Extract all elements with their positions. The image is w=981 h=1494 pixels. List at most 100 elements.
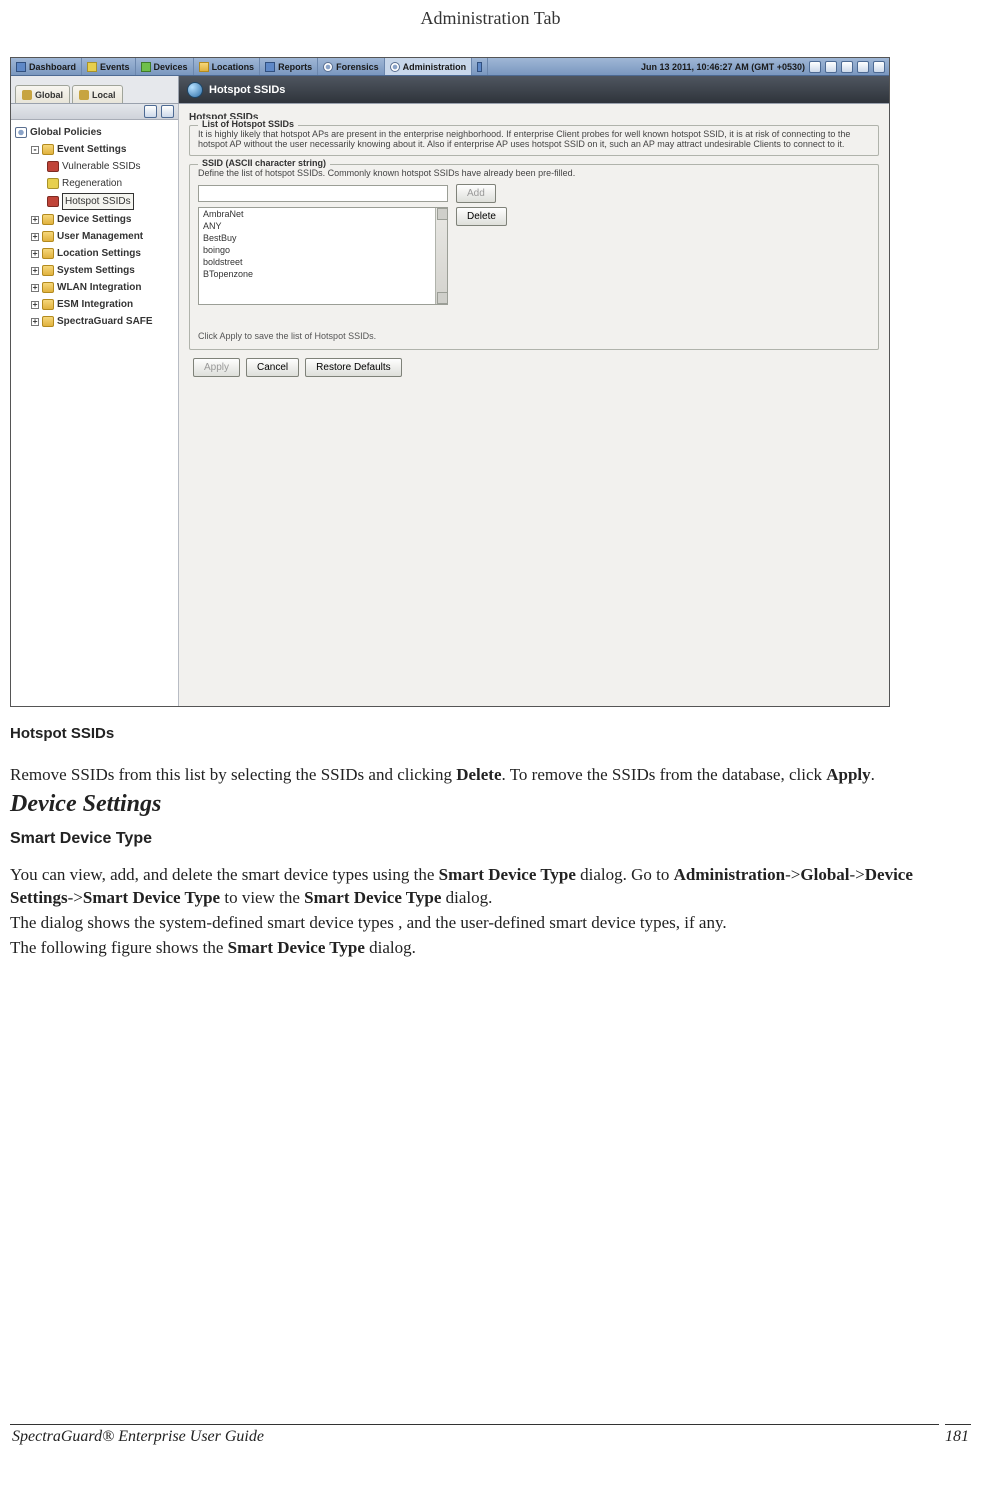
tab-dashboard[interactable]: Dashboard: [11, 58, 82, 75]
shield-icon: [47, 161, 59, 172]
window-btn-1[interactable]: [809, 61, 821, 73]
window-btn-3[interactable]: [841, 61, 853, 73]
sidebar: Global Policies - Event Settings Vulnera…: [11, 104, 179, 706]
paragraph: Remove SSIDs from this list by selecting…: [10, 764, 971, 787]
tree-node-user-management[interactable]: + User Management: [15, 228, 176, 245]
sidebar-tool-2[interactable]: [161, 105, 174, 118]
main-panel: Hotspot SSIDs List of Hotspot SSIDs It i…: [179, 104, 889, 706]
list-item[interactable]: boingo: [199, 244, 447, 256]
tree-node-spectraguard-safe[interactable]: + SpectraGuard SAFE: [15, 313, 176, 330]
expand-icon[interactable]: +: [31, 233, 39, 241]
footer-title: SpectraGuard® Enterprise User Guide: [12, 1428, 264, 1446]
tree-node-label: Event Settings: [57, 142, 126, 157]
expand-icon[interactable]: +: [31, 301, 39, 309]
panel-title-icon: [187, 82, 203, 98]
page-footer: SpectraGuard® Enterprise User Guide 181: [10, 1424, 971, 1446]
apply-button[interactable]: Apply: [193, 358, 240, 377]
tab-extra[interactable]: [472, 58, 488, 75]
tree-node-device-settings[interactable]: + Device Settings: [15, 211, 176, 228]
scope-tab-global[interactable]: Global: [15, 85, 70, 103]
tree-node-esm-integration[interactable]: + ESM Integration: [15, 296, 176, 313]
tree-node-system-settings[interactable]: + System Settings: [15, 262, 176, 279]
add-button[interactable]: Add: [456, 184, 496, 203]
ssid-input[interactable]: [198, 185, 448, 202]
window-btn-5[interactable]: [873, 61, 885, 73]
action-bar: Apply Cancel Restore Defaults: [189, 358, 879, 377]
tree-leaf-hotspot-ssids[interactable]: Hotspot SSIDs: [15, 192, 176, 211]
events-icon: [87, 62, 97, 72]
expand-icon[interactable]: +: [31, 318, 39, 326]
window-btn-4[interactable]: [857, 61, 869, 73]
tree-leaf-vulnerable-ssids[interactable]: Vulnerable SSIDs: [15, 158, 176, 175]
group-legend: List of Hotspot SSIDs: [198, 119, 298, 129]
group-description: It is highly likely that hotspot APs are…: [198, 129, 870, 149]
tab-administration[interactable]: Administration: [385, 58, 473, 75]
expand-icon[interactable]: +: [31, 267, 39, 275]
scrollbar[interactable]: [435, 208, 447, 304]
text: dialog.: [441, 888, 492, 907]
delete-button[interactable]: Delete: [456, 207, 507, 226]
sidebar-tool-1[interactable]: [144, 105, 157, 118]
globe-icon: [22, 90, 32, 100]
folder-icon: [42, 144, 54, 155]
forensics-icon: [323, 62, 333, 72]
bold-text: Administration: [674, 865, 785, 884]
tree-leaf-label: Hotspot SSIDs: [62, 193, 134, 210]
folder-icon: [42, 214, 54, 225]
expand-icon[interactable]: +: [31, 216, 39, 224]
panel-title: Hotspot SSIDs: [209, 84, 285, 96]
folder-icon: [42, 265, 54, 276]
tree-node-wlan-integration[interactable]: + WLAN Integration: [15, 279, 176, 296]
window-btn-2[interactable]: [825, 61, 837, 73]
bold-text: Smart Device Type: [83, 888, 220, 907]
bold-text: Global: [800, 865, 849, 884]
group-ssid: SSID (ASCII character string) Define the…: [189, 164, 879, 350]
tree-root-label: Global Policies: [30, 125, 102, 140]
tab-label: Administration: [403, 62, 467, 72]
tree-root[interactable]: Global Policies: [15, 124, 176, 141]
tree-node-label: Device Settings: [57, 212, 131, 227]
tree-leaf-regeneration[interactable]: Regeneration: [15, 175, 176, 192]
folder-icon: [42, 231, 54, 242]
list-item[interactable]: BTopenzone: [199, 268, 447, 280]
paragraph: You can view, add, and delete the smart …: [10, 864, 971, 910]
panel-title-bar: Hotspot SSIDs: [179, 76, 889, 103]
tree-node-label: System Settings: [57, 263, 135, 278]
list-item[interactable]: boldstreet: [199, 256, 447, 268]
cancel-button[interactable]: Cancel: [246, 358, 299, 377]
tab-locations[interactable]: Locations: [194, 58, 261, 75]
scope-tab-local[interactable]: Local: [72, 85, 123, 103]
tab-label: Locations: [212, 62, 255, 72]
collapse-icon[interactable]: -: [31, 146, 39, 154]
scope-tabs: Global Local: [11, 76, 179, 103]
folder-icon: [42, 248, 54, 259]
tree-node-location-settings[interactable]: + Location Settings: [15, 245, 176, 262]
list-item[interactable]: AmbraNet: [199, 208, 447, 220]
text: dialog.: [365, 938, 416, 957]
list-item[interactable]: ANY: [199, 220, 447, 232]
tab-forensics[interactable]: Forensics: [318, 58, 385, 75]
paragraph: The dialog shows the system-defined smar…: [10, 912, 971, 935]
list-item[interactable]: BestBuy: [199, 232, 447, 244]
subsection-heading-smart-device-type: Smart Device Type: [10, 830, 971, 848]
plus-icon: [477, 62, 482, 72]
text: ->: [785, 865, 800, 884]
tree-node-event-settings[interactable]: - Event Settings: [15, 141, 176, 158]
administration-icon: [390, 62, 400, 72]
gear-icon: [15, 127, 27, 138]
ssid-listbox[interactable]: AmbraNet ANY BestBuy boingo boldstreet B…: [198, 207, 448, 305]
folder-icon: [42, 316, 54, 327]
expand-icon[interactable]: +: [31, 250, 39, 258]
tab-events[interactable]: Events: [82, 58, 136, 75]
restore-defaults-button[interactable]: Restore Defaults: [305, 358, 401, 377]
tab-reports[interactable]: Reports: [260, 58, 318, 75]
text: ->: [850, 865, 865, 884]
devices-icon: [141, 62, 151, 72]
group-list-of-hotspot-ssids: List of Hotspot SSIDs It is highly likel…: [189, 125, 879, 156]
top-tab-bar: Dashboard Events Devices Locations Repor…: [11, 58, 889, 76]
expand-icon[interactable]: +: [31, 284, 39, 292]
text: The following figure shows the: [10, 938, 228, 957]
text: ->: [68, 888, 83, 907]
bold-text: Delete: [456, 765, 501, 784]
tab-devices[interactable]: Devices: [136, 58, 194, 75]
